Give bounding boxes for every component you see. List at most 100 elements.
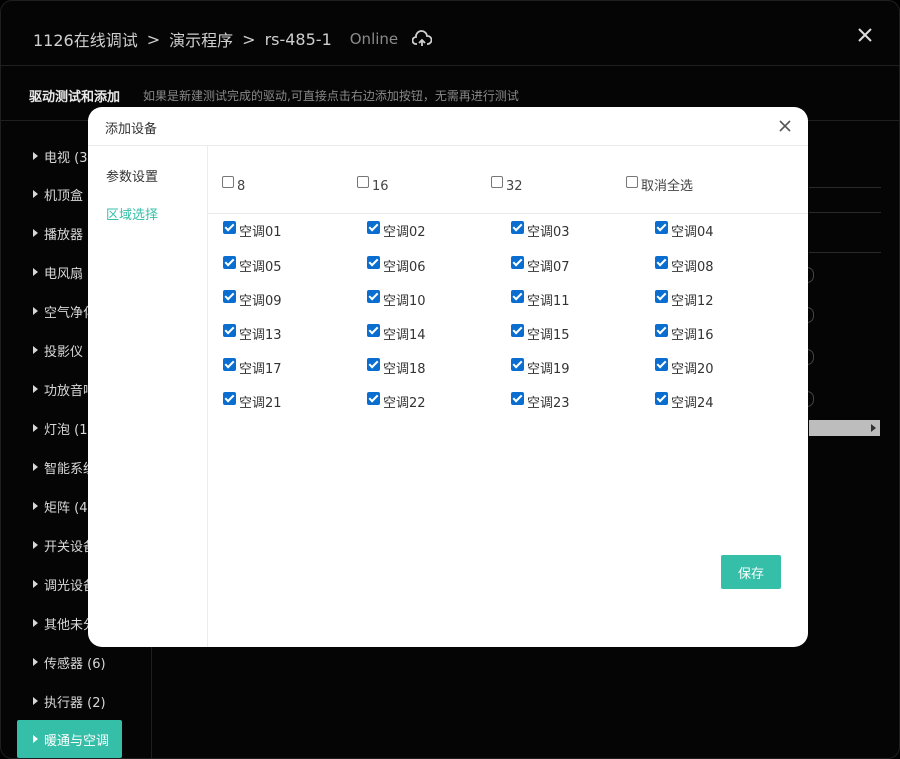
device-checkbox[interactable]: 空调02 — [367, 221, 426, 239]
device-checkbox[interactable]: 空调03 — [511, 221, 570, 239]
device-checkbox[interactable]: 空调01 — [223, 221, 282, 239]
breadcrumb-item-program[interactable]: 演示程序 — [169, 27, 233, 51]
checkbox[interactable] — [223, 221, 236, 234]
sidebar-item[interactable]: 传感器 (6) — [17, 643, 122, 681]
device-checkbox[interactable]: 空调14 — [367, 324, 426, 342]
device-checkbox[interactable]: 空调07 — [511, 256, 570, 274]
device-checkbox[interactable]: 空调17 — [223, 358, 282, 376]
checkbox-label: 8 — [237, 179, 246, 194]
checkbox[interactable] — [223, 256, 236, 269]
device-label: 空调08 — [671, 260, 714, 275]
filter-checkbox[interactable]: 取消全选 — [626, 175, 693, 193]
checkbox[interactable] — [655, 221, 668, 234]
breadcrumb-item-project[interactable]: 1126在线调试 — [33, 27, 138, 51]
device-label: 空调23 — [527, 396, 570, 411]
tab-parameter-settings[interactable]: 参数设置 — [106, 166, 158, 185]
device-label: 空调09 — [239, 294, 282, 309]
caret-right-icon — [33, 190, 38, 198]
breadcrumb-item-port[interactable]: rs-485-1 — [265, 30, 332, 49]
close-icon[interactable] — [855, 25, 875, 45]
close-icon[interactable] — [778, 119, 792, 133]
sidebar-item-label: 灯泡 (1) — [44, 422, 93, 438]
checkbox[interactable] — [222, 176, 234, 188]
caret-right-icon — [33, 697, 38, 705]
caret-right-icon — [33, 619, 38, 627]
tab-area-selection[interactable]: 区域选择 — [106, 204, 158, 223]
device-checkbox[interactable]: 空调11 — [511, 290, 570, 308]
checkbox[interactable] — [511, 290, 524, 303]
device-label: 空调11 — [527, 294, 570, 309]
checkbox[interactable] — [223, 358, 236, 371]
sidebar-item-label: 传感器 (6) — [44, 656, 106, 672]
checkbox[interactable] — [511, 392, 524, 405]
checkbox[interactable] — [357, 176, 369, 188]
save-button[interactable]: 保存 — [721, 555, 781, 589]
checkbox[interactable] — [626, 176, 638, 188]
checkbox[interactable] — [655, 392, 668, 405]
device-checkbox[interactable]: 空调20 — [655, 358, 714, 376]
sidebar-item-label: 电风扇 ( — [44, 266, 93, 282]
device-checkbox[interactable]: 空调18 — [367, 358, 426, 376]
sidebar-item-label: 投影仪 ( — [44, 344, 93, 360]
caret-right-icon — [33, 541, 38, 549]
checkbox[interactable] — [511, 358, 524, 371]
device-checkbox[interactable]: 空调22 — [367, 392, 426, 410]
checkbox[interactable] — [223, 392, 236, 405]
scroll-right-icon[interactable] — [871, 424, 876, 432]
table-horizontal-scrollbar[interactable] — [809, 420, 880, 436]
checkbox[interactable] — [367, 358, 380, 371]
device-checkbox[interactable]: 空调16 — [655, 324, 714, 342]
cloud-sync-icon[interactable] — [412, 30, 433, 48]
device-checkbox[interactable]: 空调09 — [223, 290, 282, 308]
device-label: 空调10 — [383, 294, 426, 309]
checkbox[interactable] — [367, 392, 380, 405]
chevron-right-icon: > — [146, 29, 161, 49]
checkbox[interactable] — [655, 358, 668, 371]
device-checkbox[interactable]: 空调05 — [223, 256, 282, 274]
device-checkbox[interactable]: 空调21 — [223, 392, 282, 410]
divider — [809, 252, 881, 253]
checkbox[interactable] — [223, 290, 236, 303]
caret-right-icon — [33, 307, 38, 315]
filter-checkbox[interactable]: 16 — [357, 175, 389, 193]
caret-right-icon — [33, 346, 38, 354]
device-label: 空调21 — [239, 396, 282, 411]
device-checkbox[interactable]: 空调06 — [367, 256, 426, 274]
device-label: 空调18 — [383, 362, 426, 377]
device-checkbox[interactable]: 空调15 — [511, 324, 570, 342]
section-hint: 如果是新建测试完成的驱动,可直接点击右边添加按钮，无需再进行测试 — [143, 89, 519, 103]
filter-checkbox[interactable]: 32 — [491, 175, 523, 193]
device-checkbox[interactable]: 空调10 — [367, 290, 426, 308]
checkbox[interactable] — [367, 324, 380, 337]
sidebar-item[interactable]: 执行器 (2) — [17, 682, 122, 720]
checkbox[interactable] — [491, 176, 503, 188]
device-checkbox[interactable]: 空调12 — [655, 290, 714, 308]
checkbox[interactable] — [655, 290, 668, 303]
device-checkbox[interactable]: 空调23 — [511, 392, 570, 410]
device-label: 空调12 — [671, 294, 714, 309]
caret-right-icon — [33, 424, 38, 432]
device-checkbox[interactable]: 空调08 — [655, 256, 714, 274]
sidebar-item[interactable]: 暖通与空调 — [17, 720, 122, 758]
caret-right-icon — [33, 658, 38, 666]
device-label: 空调14 — [383, 328, 426, 343]
checkbox[interactable] — [655, 256, 668, 269]
device-checkbox[interactable]: 空调24 — [655, 392, 714, 410]
checkbox[interactable] — [367, 256, 380, 269]
device-checkbox[interactable]: 空调13 — [223, 324, 282, 342]
checkbox[interactable] — [223, 324, 236, 337]
checkbox-label: 取消全选 — [641, 179, 694, 194]
checkbox[interactable] — [511, 256, 524, 269]
checkbox[interactable] — [367, 221, 380, 234]
checkbox[interactable] — [655, 324, 668, 337]
device-checkbox[interactable]: 空调19 — [511, 358, 570, 376]
checkbox[interactable] — [511, 324, 524, 337]
checkbox[interactable] — [511, 221, 524, 234]
checkbox[interactable] — [367, 290, 380, 303]
device-label: 空调20 — [671, 362, 714, 377]
checkbox-label: 16 — [372, 179, 389, 194]
device-label: 空调22 — [383, 396, 426, 411]
device-checkbox[interactable]: 空调04 — [655, 221, 714, 239]
add-device-dialog: 添加设备 参数设置 区域选择 8 16 32 取消全选 空调01 空调02 空调03 空调0… — [88, 107, 808, 647]
filter-checkbox[interactable]: 8 — [222, 175, 245, 193]
